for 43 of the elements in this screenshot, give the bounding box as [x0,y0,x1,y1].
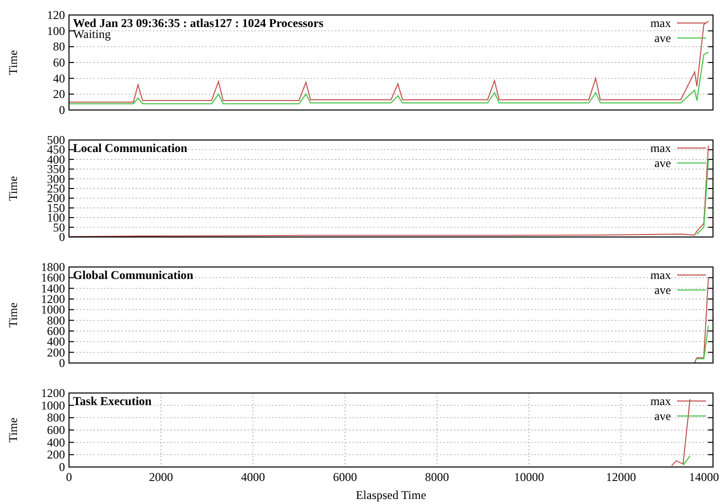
chart-header: Wed Jan 23 09:36:35 : atlas127 : 1024 Processors [73,16,324,30]
x-tick-label: 10000 [514,470,544,484]
y-tick-label: 400 [47,435,65,450]
axis-title: Time [6,418,20,442]
x-tick-label: 14000 [689,470,719,484]
y-tick-label: 1200 [41,386,65,400]
y-tick-label: 600 [47,423,65,437]
y-tick-label: 40 [53,71,65,86]
y-tick-label: 0 [59,103,65,117]
axis-title: Time [6,302,20,328]
chart-title: Task Execution [73,394,152,408]
legend-label: max [650,268,671,282]
chart-title: Waiting [73,27,111,41]
legend-label: ave [654,31,671,45]
y-tick-label: 60 [53,56,65,70]
legend-label: max [650,141,671,155]
y-tick-label: 200 [47,448,65,462]
axis-title: Elaspsed Time [356,488,426,502]
y-tick-label: 100 [47,24,65,38]
axis-title: Time [6,176,20,201]
x-tick-label: 8000 [425,470,449,484]
y-tick-label: 1000 [41,398,65,412]
y-tick-label: 800 [47,410,65,425]
x-tick-label: 6000 [333,470,357,484]
x-tick-label: 12000 [606,470,636,484]
legend-label: max [650,16,671,30]
y-tick-label: 150 [47,200,65,215]
y-tick-label: 0 [59,460,65,474]
chart-title: Local Communication [73,141,188,155]
x-tick-label: 2000 [149,470,173,484]
legend-label: ave [654,283,671,297]
y-tick-label: 120 [47,8,65,22]
legend-label: max [650,394,671,408]
chart-title: Global Communication [73,268,194,282]
x-tick-label: 4000 [241,470,265,484]
axis-title: Time [6,50,20,75]
y-tick-label: 350 [47,162,65,176]
legend-label: ave [654,156,671,170]
y-tick-label: 20 [53,87,65,102]
y-tick-label: 80 [53,40,65,54]
legend-label: ave [654,409,671,423]
x-tick-label: 0 [66,470,72,484]
y-tick-label: 500 [47,133,65,147]
